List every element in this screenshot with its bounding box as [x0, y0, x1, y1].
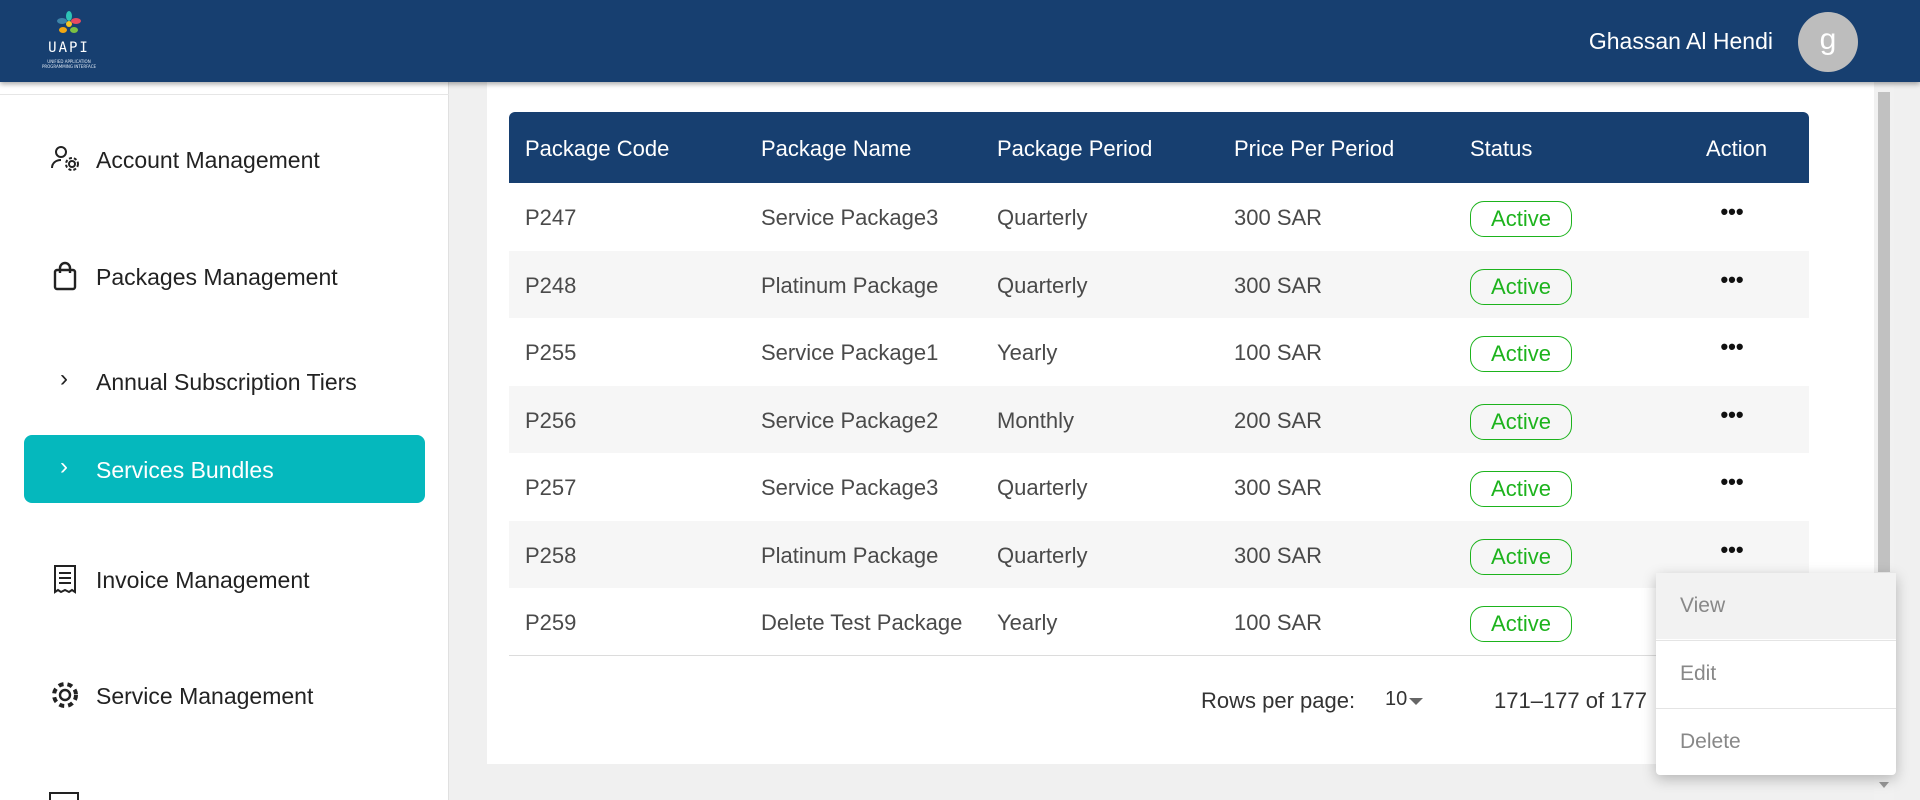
column-header: Action: [1706, 136, 1768, 161]
rows-per-page-select[interactable]: 10: [1385, 688, 1407, 711]
logo-tagline: UNIFIED APPLICATION PROGRAMMING INTERFAC…: [41, 59, 97, 69]
cell-name: Platinum Package: [761, 272, 939, 298]
cell-code: P247: [525, 205, 577, 230]
row-actions-menu: View Edit Delete: [1656, 573, 1896, 775]
more-actions-icon[interactable]: •••: [1719, 471, 1745, 499]
scroll-down-arrow-icon[interactable]: [1879, 782, 1889, 788]
sidebar-item-partial-icon: [49, 792, 79, 800]
uapi-logo[interactable]: UAPI UNIFIED APPLICATION PROGRAMMING INT…: [34, 10, 104, 72]
more-actions-icon[interactable]: •••: [1719, 201, 1745, 229]
status-badge: Active: [1470, 336, 1572, 372]
column-header[interactable]: Package Name: [761, 136, 911, 162]
status-badge: Active: [1470, 538, 1572, 575]
sidebar-item-service-management[interactable]: Service Management: [24, 661, 425, 729]
cell-price: 200 SAR: [1234, 407, 1323, 433]
sidebar-item-services-bundles[interactable]: › Services Bundles: [24, 435, 425, 503]
sidebar-item-invoice-management[interactable]: Invoice Management: [24, 545, 425, 613]
cell-price: 300 SAR: [1234, 205, 1323, 230]
sidebar-item-label: Packages Management: [96, 264, 338, 290]
table-row[interactable]: P247 Service Package3 Quarterly 300 SAR …: [509, 183, 1809, 251]
more-actions-icon[interactable]: •••: [1719, 336, 1745, 364]
logo-wordmark: UAPI: [48, 40, 90, 56]
cell-name: Platinum Package: [761, 542, 939, 568]
cell-code: P258: [525, 542, 577, 568]
cell-price: 300 SAR: [1234, 475, 1323, 500]
menu-item-view[interactable]: View: [1656, 573, 1896, 639]
cell-name: Service Package3: [761, 475, 939, 500]
sidebar-item-account-management[interactable]: Account Management: [24, 125, 425, 193]
cell-price: 300 SAR: [1234, 542, 1323, 568]
column-header[interactable]: Status: [1470, 136, 1532, 162]
table-row[interactable]: P255 Service Package1 Yearly 100 SAR Act…: [509, 318, 1809, 386]
status-badge: Active: [1470, 471, 1572, 507]
table-row[interactable]: P258 Platinum Package Quarterly 300 SAR …: [509, 520, 1809, 588]
more-actions-icon[interactable]: •••: [1719, 403, 1745, 432]
cell-period: Quarterly: [997, 205, 1088, 230]
user-name[interactable]: Ghassan Al Hendi: [1589, 28, 1773, 55]
cell-code: P255: [525, 340, 577, 365]
cell-name: Service Package1: [761, 340, 939, 365]
status-badge: Active: [1470, 268, 1572, 305]
scrollbar-thumb[interactable]: [1878, 92, 1890, 572]
menu-item-edit[interactable]: Edit: [1656, 641, 1896, 707]
shopping-bag-icon: [53, 261, 77, 291]
cell-period: Yearly: [997, 610, 1058, 635]
table-row[interactable]: P259 Delete Test Package Yearly 100 SAR …: [509, 588, 1809, 656]
sidebar-item-label: Invoice Management: [96, 567, 310, 593]
sidebar-item-annual-subscription-tiers[interactable]: › Annual Subscription Tiers: [24, 347, 425, 415]
column-header[interactable]: Package Period: [997, 136, 1152, 162]
cell-name: Service Package2: [761, 407, 939, 433]
top-app-bar: UAPI UNIFIED APPLICATION PROGRAMMING INT…: [0, 0, 1920, 82]
cell-name: Delete Test Package: [761, 610, 963, 635]
cell-price: 300 SAR: [1234, 272, 1323, 298]
cell-period: Quarterly: [997, 272, 1088, 298]
cell-price: 100 SAR: [1234, 610, 1323, 635]
sidebar-item-label: Service Management: [96, 683, 314, 709]
chevron-right-icon: ›: [60, 365, 68, 392]
sidebar-item-packages-management[interactable]: Packages Management: [24, 242, 425, 310]
receipt-icon: [54, 565, 76, 594]
cell-code: P256: [525, 407, 577, 433]
table-row[interactable]: P248 Platinum Package Quarterly 300 SAR …: [509, 250, 1809, 318]
status-badge: Active: [1470, 606, 1572, 642]
cell-period: Quarterly: [997, 475, 1088, 500]
sidebar: Account Management Packages Management ›…: [0, 82, 449, 800]
table-header: Package Code Package Name Package Period…: [509, 112, 1809, 183]
pagination-range: 171–177 of 177: [1494, 688, 1647, 713]
more-actions-icon[interactable]: •••: [1719, 268, 1745, 297]
cell-code: P257: [525, 475, 577, 500]
sidebar-item-label: Services Bundles: [96, 457, 274, 483]
avatar[interactable]: g: [1798, 12, 1858, 72]
cell-price: 100 SAR: [1234, 340, 1323, 365]
cell-period: Monthly: [997, 407, 1075, 433]
sidebar-item-label: Annual Subscription Tiers: [96, 369, 357, 395]
caret-down-icon[interactable]: [1409, 698, 1423, 705]
cell-period: Quarterly: [997, 542, 1088, 568]
cell-code: P248: [525, 272, 577, 298]
table-pagination: Rows per page: 10 171–177 of 177 ‹ ›: [509, 680, 1809, 720]
table-row[interactable]: P257 Service Package3 Quarterly 300 SAR …: [509, 453, 1809, 521]
sidebar-item-label: Account Management: [96, 147, 320, 173]
cell-name: Service Package3: [761, 205, 939, 230]
gear-icon: [52, 682, 78, 708]
status-badge: Active: [1470, 403, 1572, 440]
menu-item-delete[interactable]: Delete: [1656, 709, 1896, 775]
chevron-right-icon: ›: [60, 453, 68, 480]
cell-code: P259: [525, 610, 577, 635]
packages-table: Package Code Package Name Package Period…: [509, 112, 1809, 656]
column-header[interactable]: Package Code: [525, 136, 669, 162]
cell-period: Yearly: [997, 340, 1058, 365]
more-actions-icon[interactable]: •••: [1719, 538, 1745, 567]
sidebar-divider: [0, 94, 449, 95]
rows-per-page-label: Rows per page:: [1201, 688, 1356, 713]
user-gear-icon: [51, 146, 79, 171]
logo-flower-icon: [57, 11, 81, 33]
column-header[interactable]: Price Per Period: [1234, 136, 1394, 162]
table-row[interactable]: P256 Service Package2 Monthly 200 SAR Ac…: [509, 385, 1809, 453]
status-badge: Active: [1470, 201, 1572, 237]
